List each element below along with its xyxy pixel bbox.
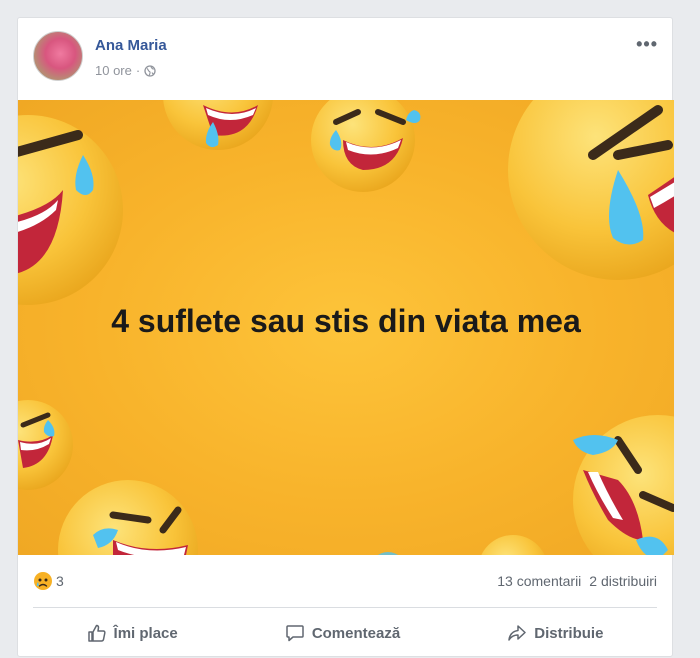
share-button[interactable]: Distribuie <box>507 623 603 643</box>
comment-button[interactable]: Comentează <box>285 623 400 643</box>
meta-separator: · <box>135 63 141 78</box>
post-stats: 3 13 comentarii 2 distribuiri <box>33 555 657 608</box>
reaction-count: 3 <box>56 573 64 589</box>
share-icon <box>508 625 526 641</box>
more-options-icon[interactable]: ••• <box>636 34 658 55</box>
globe-icon[interactable] <box>144 64 156 77</box>
post-actions: Îmi place Comentează Distribuie <box>33 608 657 658</box>
comments-count[interactable]: 13 comentarii <box>497 573 581 589</box>
post-header: Ana Maria 10 ore · ••• <box>18 18 672 100</box>
reactions-summary[interactable]: 3 <box>33 571 64 591</box>
post-image[interactable]: 4 suflete sau stis din viata mea <box>18 100 674 555</box>
post-image-text: 4 suflete sau stis din viata mea <box>111 303 581 339</box>
sad-reaction-icon <box>34 572 52 590</box>
comment-icon <box>286 625 304 642</box>
thumbs-up-icon <box>87 624 106 642</box>
share-label: Distribuie <box>534 624 604 642</box>
avatar[interactable] <box>33 31 83 81</box>
stats-right: 13 comentarii 2 distribuiri <box>497 573 657 589</box>
post-card: Ana Maria 10 ore · ••• 4 suflete sau sti… <box>17 17 674 658</box>
comment-label: Comentează <box>311 624 401 642</box>
shares-count[interactable]: 2 distribuiri <box>589 573 657 589</box>
like-label: Îmi place <box>113 624 178 642</box>
post-time[interactable]: 10 ore <box>95 63 132 78</box>
like-button[interactable]: Îmi place <box>87 623 178 643</box>
author-name[interactable]: Ana Maria <box>95 37 167 54</box>
post-meta: 10 ore · <box>95 63 156 78</box>
